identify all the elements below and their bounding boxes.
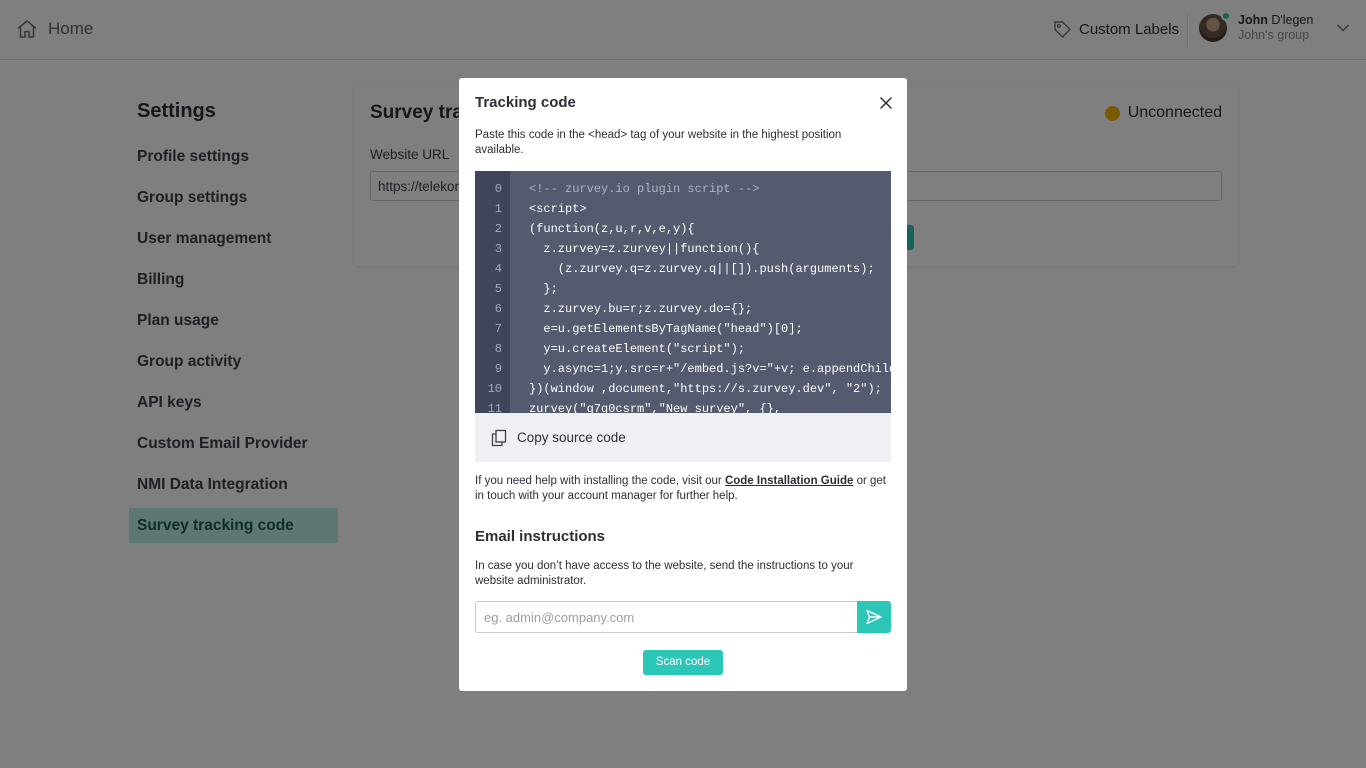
modal-title: Tracking code — [475, 94, 576, 111]
code-line-number: 3 — [494, 242, 502, 256]
code-line-text: z.zurvey.bu=r;z.zurvey.do={}; — [529, 302, 753, 316]
code-line-text: e=u.getElementsByTagName("head")[0]; — [529, 322, 803, 336]
copy-icon — [491, 429, 507, 446]
code-line-number: 6 — [494, 302, 502, 316]
scan-code-button[interactable]: Scan code — [643, 650, 723, 675]
copy-source-code-label: Copy source code — [517, 430, 626, 445]
code-line-text: (function(z,u,r,v,e,y){ — [529, 222, 695, 236]
code-line: 2 (function(z,u,r,v,e,y){ — [475, 219, 891, 239]
code-line-text: })(window ,document,"https://s.zurvey.de… — [529, 382, 882, 396]
tracking-code-modal: Tracking code Paste this code in the <he… — [459, 78, 907, 691]
code-line-text: y.async=1;y.src=r+"/embed.js?v="+v; e.ap… — [529, 362, 891, 376]
code-line: 0 <!-- zurvey.io plugin script --> — [475, 179, 891, 199]
code-line: 8 y=u.createElement("script"); — [475, 339, 891, 359]
code-line: 7 e=u.getElementsByTagName("head")[0]; — [475, 319, 891, 339]
copy-source-code-button[interactable]: Copy source code — [475, 413, 891, 462]
code-line: 6 z.zurvey.bu=r;z.zurvey.do={}; — [475, 299, 891, 319]
code-line: 3 z.zurvey=z.zurvey||function(){ — [475, 239, 891, 259]
code-line-number: 2 — [494, 222, 502, 236]
code-line: 9 y.async=1;y.src=r+"/embed.js?v="+v; e.… — [475, 359, 891, 379]
code-line-number: 0 — [494, 182, 502, 196]
send-icon — [866, 609, 882, 625]
code-line-text: y=u.createElement("script"); — [529, 342, 746, 356]
code-line: 11 zurvey("g7q0csrm","New survey", {}, — [475, 399, 891, 413]
email-instructions-title: Email instructions — [475, 528, 606, 545]
code-installation-guide-link[interactable]: Code Installation Guide — [725, 475, 853, 487]
code-line-text: <!-- zurvey.io plugin script --> — [529, 182, 760, 196]
code-line: 5 }; — [475, 279, 891, 299]
code-line-text: zurvey("g7q0csrm","New survey", {}, — [529, 402, 782, 413]
modal-description: Paste this code in the <head> tag of you… — [475, 129, 842, 156]
code-line-text: <script> — [529, 202, 587, 216]
code-line-number: 7 — [494, 322, 502, 336]
code-line: 1 <script> — [475, 199, 891, 219]
code-line-number: 5 — [494, 282, 502, 296]
code-line: 10 })(window ,document,"https://s.zurvey.… — [475, 379, 891, 399]
code-line-text: }; — [529, 282, 558, 296]
code-line-number: 11 — [487, 402, 502, 413]
code-line-number: 1 — [494, 202, 502, 216]
code-line-number: 9 — [494, 362, 502, 376]
help-text-prefix: If you need help with installing the cod… — [475, 475, 725, 487]
code-block: 0 <!-- zurvey.io plugin script --> 1 <scrip… — [475, 171, 891, 413]
admin-email-input[interactable] — [475, 601, 859, 633]
close-icon[interactable] — [878, 95, 894, 111]
code-line-number: 8 — [494, 342, 502, 356]
code-line-number: 4 — [494, 262, 502, 276]
send-email-button[interactable] — [857, 601, 891, 633]
help-text: If you need help with installing the cod… — [475, 474, 891, 504]
code-line-text: (z.zurvey.q=z.zurvey.q||[]).push(argumen… — [529, 262, 875, 276]
code-line-number: 10 — [487, 382, 502, 396]
code-line: 4 (z.zurvey.q=z.zurvey.q||[]).push(argum… — [475, 259, 891, 279]
code-line-text: z.zurvey=z.zurvey||function(){ — [529, 242, 760, 256]
email-instructions-description: In case you don’t have access to the web… — [475, 560, 854, 587]
